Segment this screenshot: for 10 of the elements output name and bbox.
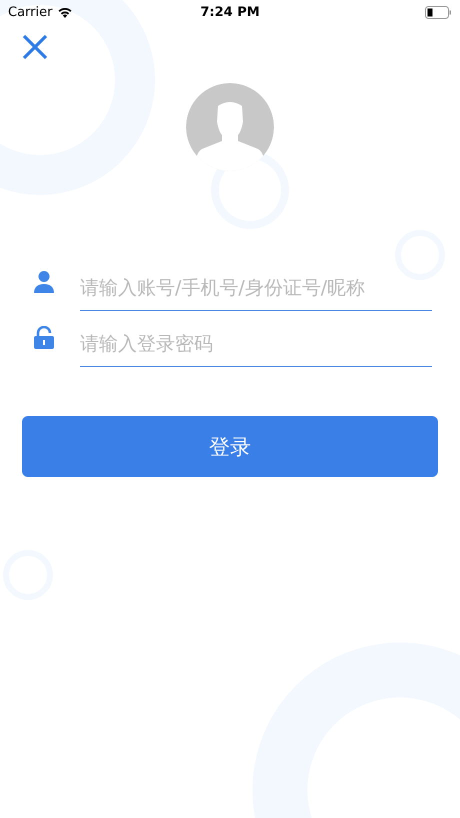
user-icon: [33, 270, 55, 294]
battery-icon: [425, 6, 452, 18]
close-button[interactable]: [20, 32, 50, 62]
carrier-name: Carrier: [8, 4, 52, 20]
clock-time: 7:24 PM: [200, 4, 260, 20]
wifi-icon: [57, 6, 74, 18]
login-button[interactable]: 登录: [22, 416, 438, 477]
lock-icon: [33, 326, 55, 350]
password-field[interactable]: 请输入登录密码: [80, 322, 432, 366]
account-field[interactable]: 请输入账号/手机号/身份证号/昵称: [80, 266, 432, 310]
